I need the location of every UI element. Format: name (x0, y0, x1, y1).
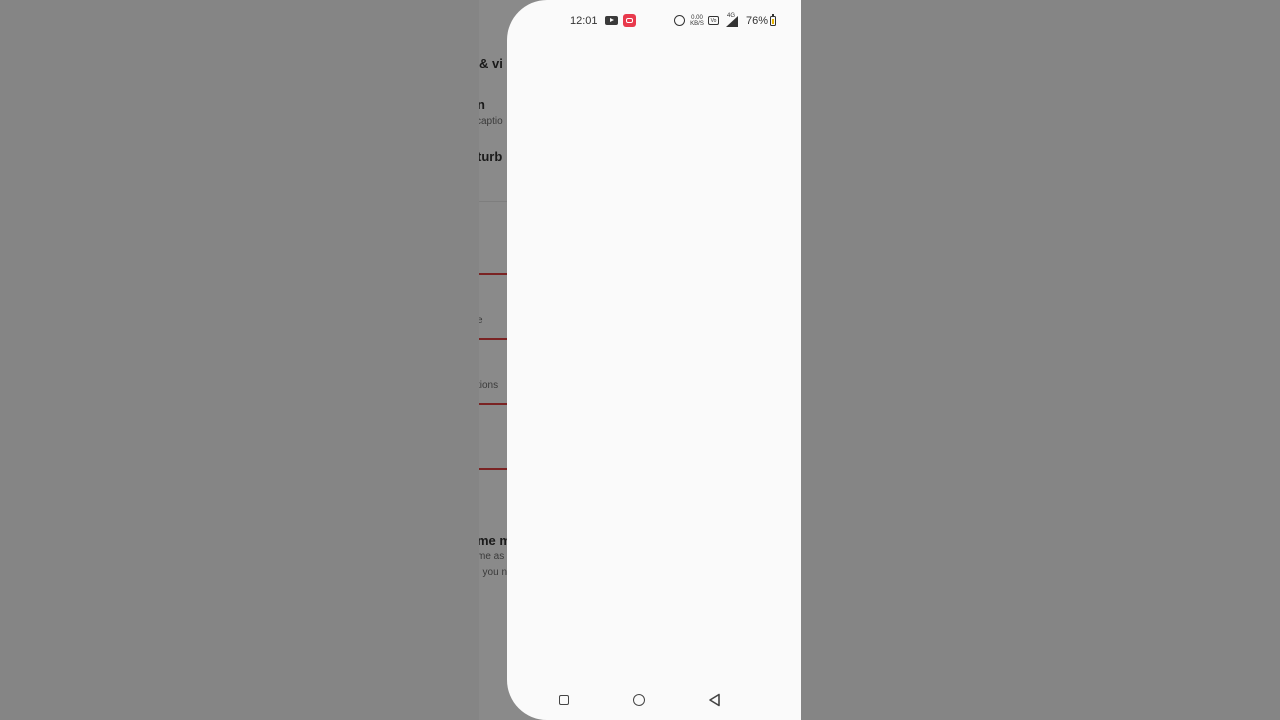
background-slider-track (479, 338, 509, 340)
background-slider-track (479, 468, 509, 470)
background-slider-track (479, 273, 509, 275)
overlay-sheet[interactable]: 12:01 0.00 KB/S Vo 4G 76% (507, 0, 801, 720)
navigation-bar (507, 680, 801, 720)
background-item-subtitle: e (479, 315, 483, 326)
home-circle-icon[interactable] (633, 694, 645, 706)
network-type-label: 4G (727, 13, 736, 19)
status-bar: 12:01 0.00 KB/S Vo 4G 76% (507, 12, 801, 32)
background-slider-track (479, 403, 509, 405)
background-section-title: & vi (479, 56, 503, 71)
volte-icon: Vo (708, 16, 719, 25)
screen: & vi n captio turb e tions me m me as , … (0, 0, 1280, 720)
alarm-icon (674, 15, 685, 26)
network-speed-unit: KB/S (690, 21, 704, 27)
background-item-subtitle: captio (479, 116, 503, 127)
battery-percent: 76% (746, 15, 769, 27)
background-item-title: turb (479, 149, 503, 164)
back-triangle-icon[interactable] (708, 693, 722, 707)
background-divider (479, 201, 509, 202)
background-item-subtitle: tions (479, 380, 499, 391)
status-time: 12:01 (570, 15, 598, 27)
background-item-subtitle: me as (479, 551, 505, 562)
battery-charging-icon (770, 14, 776, 26)
recents-square-icon[interactable] (559, 695, 569, 705)
screen-record-icon (623, 14, 636, 27)
background-item-subtitle: , you n (479, 567, 508, 578)
background-item-title: n (479, 97, 485, 112)
network-speed: 0.00 KB/S (689, 15, 705, 27)
youtube-icon (605, 16, 618, 25)
